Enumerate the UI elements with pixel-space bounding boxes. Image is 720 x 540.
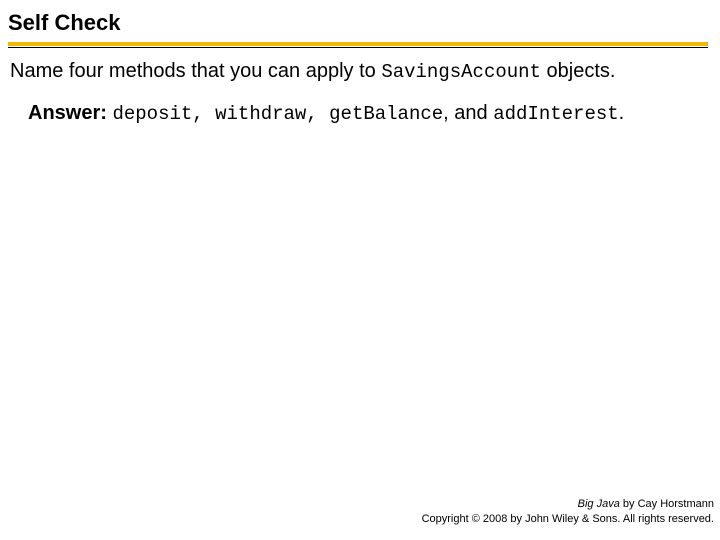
title-rule-gold	[8, 42, 708, 46]
answer-sep-1: ,	[192, 103, 215, 125]
footer: Big Java by Cay Horstmann Copyright © 20…	[422, 497, 714, 526]
footer-byline: by Cay Horstmann	[620, 498, 714, 510]
question-prefix: Name four methods that you can apply to	[10, 60, 381, 82]
answer-line: Answer: deposit, withdraw, getBalance, a…	[10, 100, 706, 128]
slide: Self Check Name four methods that you ca…	[0, 0, 720, 540]
question-suffix: objects.	[541, 60, 615, 82]
answer-label: Answer:	[28, 102, 107, 124]
footer-line-1: Big Java by Cay Horstmann	[422, 497, 714, 511]
answer-period: .	[619, 102, 625, 124]
answer-method-1: deposit	[112, 103, 192, 125]
answer-sep-2: ,	[306, 103, 329, 125]
slide-body: Name four methods that you can apply to …	[8, 48, 708, 127]
footer-book-title: Big Java	[578, 498, 620, 510]
answer-and: and	[454, 102, 493, 124]
footer-copyright: Copyright © 2008 by John Wiley & Sons. A…	[422, 512, 714, 526]
answer-sep-and-before: ,	[443, 102, 454, 124]
answer-method-2: withdraw	[215, 103, 306, 125]
slide-title: Self Check	[8, 10, 708, 40]
question-line: Name four methods that you can apply to …	[10, 58, 706, 86]
answer-method-3: getBalance	[329, 103, 443, 125]
answer-method-4: addInterest	[493, 103, 618, 125]
question-code: SavingsAccount	[381, 61, 541, 83]
